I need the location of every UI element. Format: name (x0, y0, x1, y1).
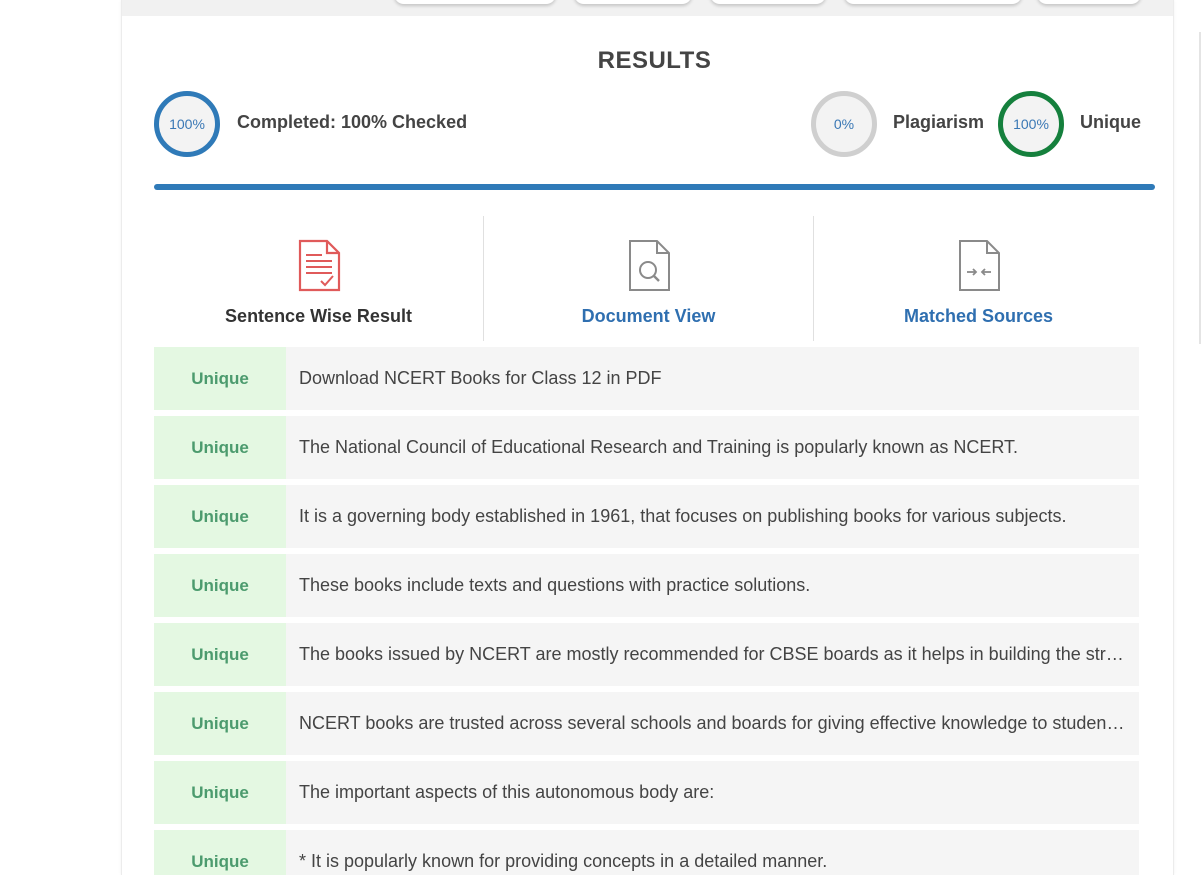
results-title: RESULTS (597, 47, 712, 74)
sentence-text: The important aspects of this autonomous… (299, 782, 715, 802)
toolbar-button[interactable] (394, 0, 556, 4)
completed-label: Completed: 100% Checked (237, 112, 468, 132)
plagiarism-circle: 0% (811, 91, 877, 157)
sentence-row[interactable]: Unique The important aspects of this aut… (154, 761, 1139, 824)
sentence-text: These books include texts and questions … (299, 575, 811, 595)
toolbar-button[interactable] (1037, 0, 1141, 4)
sentence-row[interactable]: Unique These books include texts and que… (154, 554, 1139, 617)
completed-percent: 100% (169, 116, 205, 132)
toolbar-button[interactable] (710, 0, 826, 4)
tab-document-view-label: Document View (581, 306, 716, 326)
check-progress-bar (154, 184, 1155, 190)
unique-percent: 100% (1013, 116, 1049, 132)
plagiarism-percent: 0% (833, 116, 855, 132)
tab-sentence-wise-result[interactable]: Sentence Wise Result (154, 215, 483, 341)
unique-badge: Unique (154, 416, 286, 479)
sentence-row[interactable]: Unique Download NCERT Books for Class 12… (154, 347, 1139, 410)
sentence-row[interactable]: Unique * It is popularly known for provi… (154, 830, 1139, 875)
tab-matched-sources-label: Matched Sources (903, 306, 1054, 326)
unique-badge: Unique (154, 830, 286, 875)
document-search-icon (629, 240, 670, 291)
sentence-row[interactable]: Unique The National Council of Education… (154, 416, 1139, 479)
unique-badge: Unique (154, 692, 286, 755)
unique-circle: 100% (998, 91, 1064, 157)
tab-matched-sources[interactable]: Matched Sources (814, 215, 1143, 341)
unique-badge: Unique (154, 485, 286, 548)
tab-document-view[interactable]: Document View (484, 215, 813, 341)
unique-badge: Unique (154, 347, 286, 410)
sentence-text: It is a governing body established in 19… (299, 506, 1067, 526)
top-toolbar-strip (122, 0, 1173, 16)
plagiarism-label: Plagiarism (893, 112, 985, 132)
results-card: RESULTS 100% Completed: 100% Checked 0% … (121, 0, 1174, 875)
toolbar-button[interactable] (574, 0, 692, 4)
sentence-text: The books issued by NCERT are mostly rec… (299, 644, 1124, 664)
sentence-text: NCERT books are trusted across several s… (299, 713, 1125, 733)
sentence-row[interactable]: Unique NCERT books are trusted across se… (154, 692, 1139, 755)
sentence-text: * It is popularly known for providing co… (299, 851, 828, 871)
compare-document-icon (959, 240, 1000, 291)
sentence-row[interactable]: Unique It is a governing body establishe… (154, 485, 1139, 548)
sentence-text: The National Council of Educational Rese… (299, 437, 1019, 457)
tab-sentence-wise-result-label: Sentence Wise Result (225, 306, 412, 326)
unique-badge: Unique (154, 623, 286, 686)
unique-badge: Unique (154, 554, 286, 617)
toolbar-button[interactable] (844, 0, 1022, 4)
unique-label: Unique (1080, 112, 1141, 132)
sentence-report-icon (298, 239, 341, 292)
sentence-row[interactable]: Unique The books issued by NCERT are mos… (154, 623, 1139, 686)
sentence-text: Download NCERT Books for Class 12 in PDF (299, 368, 662, 388)
unique-badge: Unique (154, 761, 286, 824)
completed-progress-circle: 100% (154, 91, 220, 157)
